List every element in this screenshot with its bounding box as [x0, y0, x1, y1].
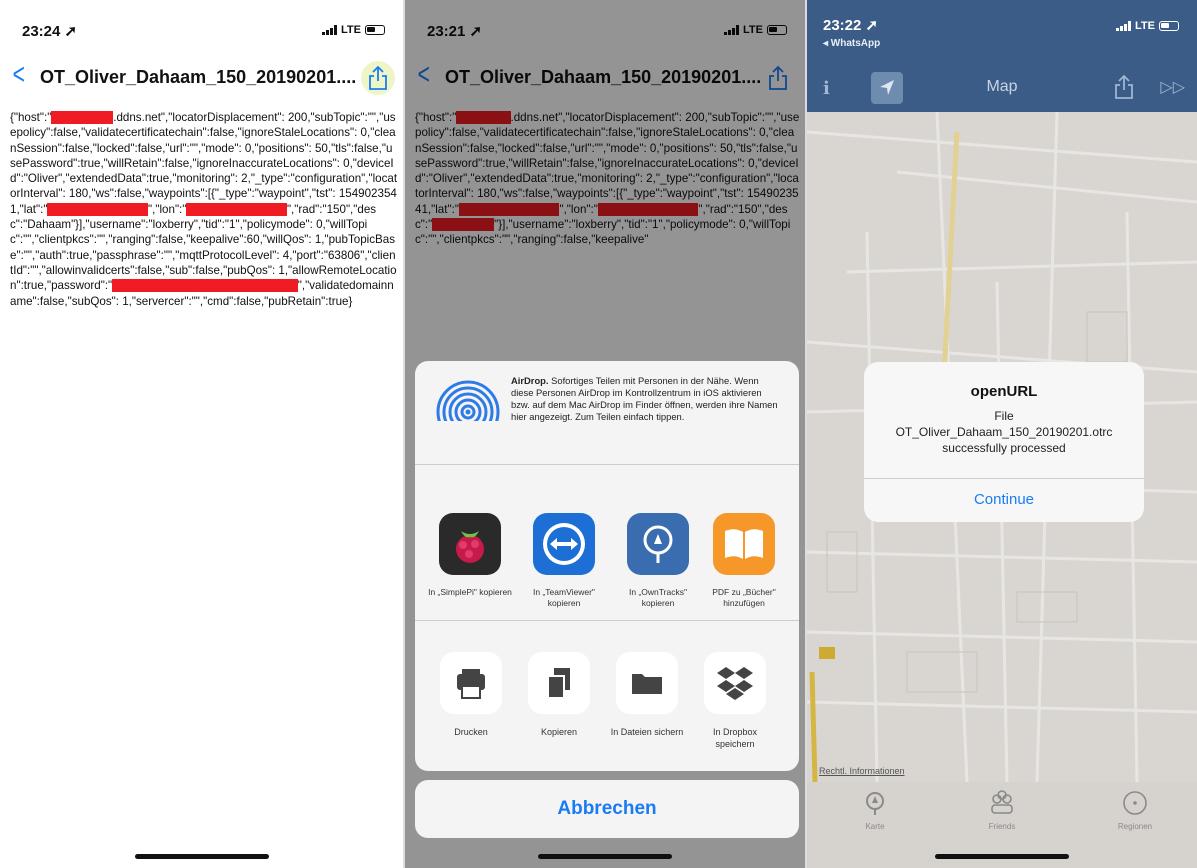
- continue-button[interactable]: Continue: [864, 478, 1144, 522]
- app-label: In „SimplePi" kopieren: [428, 587, 512, 597]
- cancel-button[interactable]: Abbrechen: [415, 780, 799, 838]
- battery-icon: [365, 25, 385, 35]
- openurl-alert: openURL File OT_Oliver_Dahaam_150_201902…: [864, 362, 1144, 522]
- action-copy[interactable]: Kopieren: [519, 652, 599, 738]
- tab-friends[interactable]: Friends: [952, 790, 1052, 831]
- json-segment: .ddns.net","locatorDisplacement": 200,"s…: [10, 111, 398, 216]
- tab-regionen[interactable]: Regionen: [1085, 790, 1185, 831]
- airdrop-title: AirDrop.: [511, 375, 549, 386]
- tab-label: Regionen: [1117, 822, 1153, 831]
- redaction-lon: XXXXXXXXXXXXX: [186, 202, 287, 216]
- airdrop-text: Sofortiges Teilen mit Personen in der Nä…: [511, 375, 778, 422]
- action-label: Drucken: [454, 727, 488, 737]
- status-time: 23:24 ➚: [22, 23, 78, 40]
- airdrop-section[interactable]: AirDrop. Sofortiges Teilen mit Personen …: [415, 361, 799, 465]
- alert-message-line: successfully processed: [942, 441, 1066, 455]
- json-content: {"host":"XXXXXXXX.ddns.net","locatorDisp…: [10, 110, 398, 309]
- dropbox-icon: [704, 652, 766, 714]
- json-segment: ","lon":": [148, 202, 187, 216]
- redaction-host: XXXXXXXX: [51, 111, 114, 124]
- action-label: In Dateien sichern: [610, 727, 684, 737]
- regions-icon: [1122, 790, 1148, 816]
- folder-icon: [616, 652, 678, 714]
- home-indicator: [935, 854, 1069, 859]
- battery-icon: [1159, 21, 1179, 31]
- back-to-app-link[interactable]: ◂ WhatsApp: [823, 38, 880, 49]
- fast-forward-icon[interactable]: ▷▷: [1160, 77, 1185, 97]
- navigation-bar: < OT_Oliver_Dahaam_150_20190201....: [0, 58, 403, 96]
- books-icon: [713, 513, 775, 575]
- signal-icon: [322, 25, 338, 35]
- map-toolbar: i Map ▷▷: [807, 68, 1197, 108]
- teamviewer-icon: [533, 513, 595, 575]
- share-sheet: AirDrop. Sofortiges Teilen mit Personen …: [415, 361, 799, 771]
- status-indicators: LTE: [1116, 20, 1179, 32]
- airdrop-icon: [435, 379, 501, 445]
- map-title: Map: [986, 78, 1018, 95]
- redaction-lat: XXXXXXXXXXXXX: [47, 202, 149, 216]
- panel-map: 23:22 ➚ ◂ WhatsApp LTE i Map ▷▷ Rechtl. …: [807, 0, 1197, 868]
- tab-karte[interactable]: Karte: [825, 790, 925, 831]
- raspberry-pi-icon: [439, 513, 501, 575]
- back-chevron-icon[interactable]: <: [13, 60, 25, 90]
- network-label: LTE: [341, 24, 361, 36]
- legal-link[interactable]: Rechtl. Informationen: [819, 766, 905, 776]
- copy-icon: [528, 652, 590, 714]
- home-indicator: [538, 854, 672, 859]
- screenshot-collage: 23:24 ➚ LTE < OT_Oliver_Dahaam_150_20190…: [0, 0, 1197, 868]
- app-label: In „TeamViewer" kopieren: [533, 587, 595, 608]
- status-indicators: LTE: [322, 24, 385, 36]
- printer-icon: [440, 652, 502, 714]
- action-label: Kopieren: [540, 727, 578, 737]
- alert-title: openURL: [970, 383, 1038, 400]
- tab-label: Friends: [988, 822, 1016, 831]
- status-bar: 23:24 ➚ LTE: [0, 0, 403, 60]
- home-indicator: [134, 854, 269, 859]
- panel-file-preview: 23:24 ➚ LTE < OT_Oliver_Dahaam_150_20190…: [0, 0, 403, 868]
- alert-message-line: OT_Oliver_Dahaam_150_20190201.otrc: [895, 425, 1113, 439]
- redaction-password: XXXXXXXXXXXXXXXXXXXXXXXX: [112, 279, 298, 293]
- app-teamviewer[interactable]: In „TeamViewer" kopieren: [521, 513, 607, 609]
- status-time: 23:22 ➚: [823, 17, 879, 34]
- network-label: LTE: [1135, 20, 1155, 32]
- app-label: PDF zu „Bücher" hinzufügen: [712, 587, 776, 608]
- map-header: 23:22 ➚ ◂ WhatsApp LTE i Map ▷▷: [807, 0, 1197, 112]
- airdrop-description: AirDrop. Sofortiges Teilen mit Personen …: [511, 375, 779, 423]
- action-save-files[interactable]: In Dateien sichern: [607, 652, 687, 738]
- share-icon[interactable]: [367, 65, 389, 91]
- action-label: In Dropbox speichern: [712, 727, 758, 749]
- panel-share-sheet: 23:21 ➚ LTE < OT_Oliver_Dahaam_150_20190…: [405, 0, 805, 868]
- action-print[interactable]: Drucken: [431, 652, 511, 738]
- signal-icon: [1116, 21, 1132, 31]
- alert-message: File OT_Oliver_Dahaam_150_20190201.otrc …: [864, 408, 1144, 456]
- nav-title: OT_Oliver_Dahaam_150_20190201....: [40, 67, 357, 87]
- json-segment: {"host":": [10, 111, 52, 124]
- friends-icon: [989, 790, 1015, 816]
- share-icon[interactable]: [1113, 74, 1135, 100]
- owntracks-icon: [627, 513, 689, 575]
- app-simplepi[interactable]: In „SimplePi" kopieren: [427, 513, 513, 598]
- action-row: Drucken Kopieren In Dateien sichern In D…: [415, 622, 799, 771]
- app-row: In „SimplePi" kopieren In „TeamViewer" k…: [415, 465, 799, 621]
- map-pin-icon: [862, 790, 888, 816]
- app-label: In „OwnTracks" kopieren: [629, 587, 687, 608]
- tab-label: Karte: [865, 822, 885, 831]
- alert-message-line: File: [994, 409, 1014, 423]
- action-dropbox[interactable]: In Dropbox speichern: [695, 652, 775, 750]
- app-owntracks[interactable]: In „OwnTracks" kopieren: [615, 513, 701, 609]
- app-books[interactable]: PDF zu „Bücher" hinzufügen: [701, 513, 787, 609]
